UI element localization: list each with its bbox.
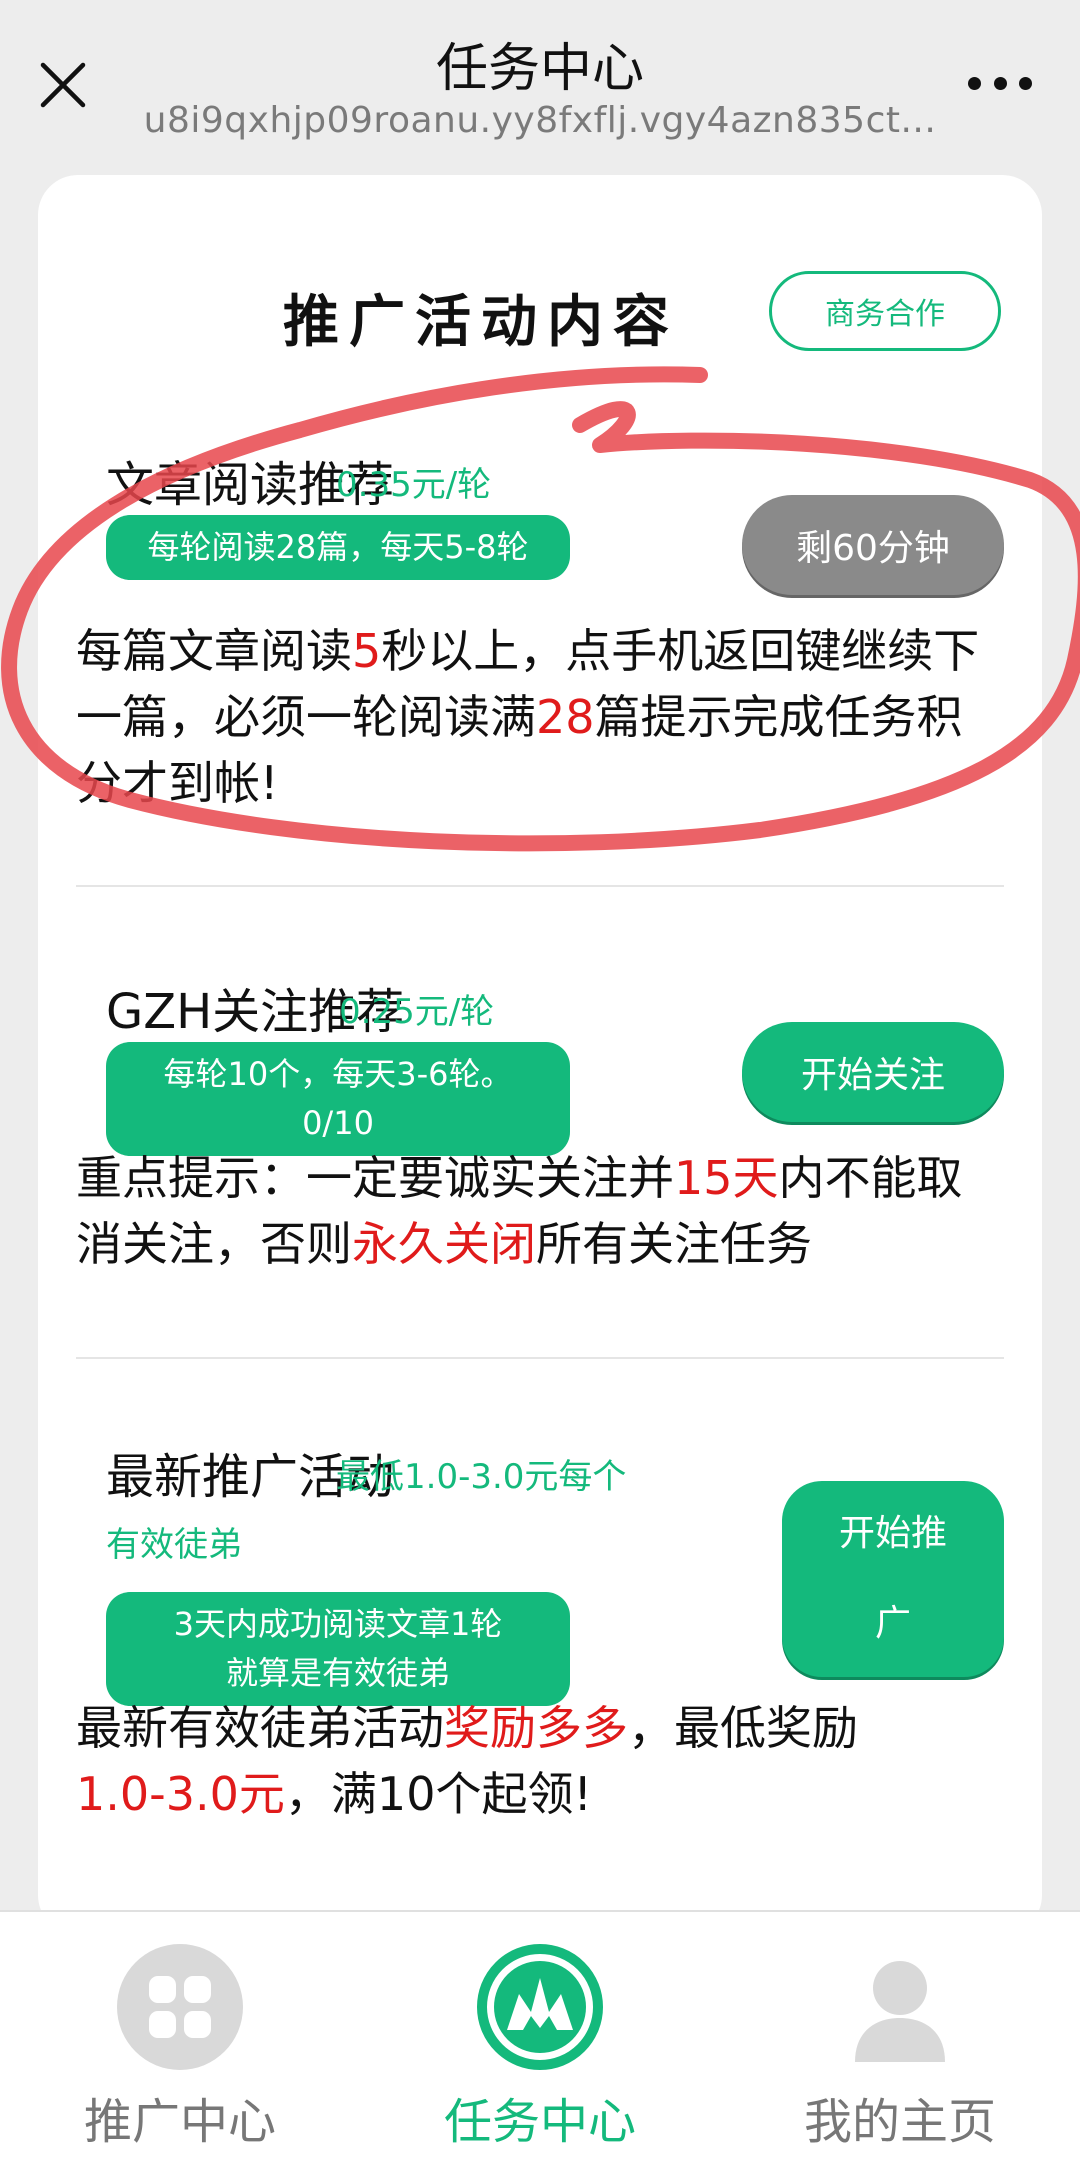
- nav-label: 任务中心: [443, 2094, 636, 2150]
- section-price: 0.35元/轮: [336, 465, 492, 505]
- section-gzh-follow: GZH关注推荐 0.25元/轮 每轮10个，每天3-6轮。 0/10 开始关注 …: [76, 972, 1004, 1372]
- chip-line: 3天内成功阅读文章1轮: [173, 1605, 503, 1643]
- desc-text: ，满10个起领!: [284, 1767, 592, 1821]
- section-description: 最新有效徒弟活动奖励多多，最低奖励 1.0-3.0元，满10个起领!: [76, 1695, 1004, 1827]
- user-icon: [855, 1961, 945, 2062]
- start-follow-button[interactable]: 开始关注: [742, 1022, 1004, 1122]
- section-divider: [76, 885, 1004, 887]
- card-title: 推广活动内容: [283, 290, 679, 355]
- nav-item-my-homepage[interactable]: 我的主页: [720, 1912, 1080, 2168]
- section-divider: [76, 1357, 1004, 1359]
- nav-label: 我的主页: [803, 2094, 996, 2150]
- grid-apps-icon: [117, 1944, 243, 2070]
- section-description: 每篇文章阅读5秒以上，点手机返回键继续下一篇，必须一轮阅读满28篇提示完成任务积…: [76, 618, 1004, 816]
- desc-text: ，最低奖励: [628, 1701, 858, 1755]
- section-chip: 3天内成功阅读文章1轮 就算是有效徒弟: [106, 1592, 570, 1706]
- nav-label: 推广中心: [83, 2094, 276, 2150]
- chip-progress: 0/10: [302, 1104, 374, 1142]
- card-header: 推广活动内容 商务合作: [38, 175, 1042, 355]
- chip-line: 就算是有效徒弟: [225, 1654, 450, 1692]
- section-chip: 每轮阅读28篇，每天5-8轮: [106, 515, 570, 580]
- desc-highlight: 永久关闭: [352, 1217, 536, 1271]
- business-cooperation-button[interactable]: 商务合作: [769, 271, 1001, 351]
- button-label: 开始推: [838, 1513, 947, 1554]
- button-label: 广: [874, 1603, 911, 1644]
- section-article-reading: 文章阅读推荐 0.35元/轮 每轮阅读28篇，每天5-8轮 剩60分钟 每篇文章…: [76, 445, 1004, 887]
- desc-highlight: 15天: [674, 1151, 779, 1205]
- more-options-icon[interactable]: [968, 74, 1032, 94]
- desc-text: 最新有效徒弟活动: [76, 1701, 444, 1755]
- promotion-card: 推广活动内容 商务合作 文章阅读推荐 0.35元/轮 每轮阅读28篇，每天5-8…: [38, 175, 1042, 1935]
- desc-highlight: 28: [536, 690, 595, 744]
- section-price-line2: 有效徒弟: [106, 1525, 242, 1565]
- start-promotion-button[interactable]: 开始推 广: [782, 1481, 1004, 1677]
- remaining-time-button[interactable]: 剩60分钟: [742, 495, 1004, 595]
- flame-icon: [477, 1944, 603, 2070]
- desc-highlight: 1.0-3.0元: [76, 1767, 285, 1821]
- desc-text: 所有关注任务: [536, 1217, 812, 1271]
- top-navigation-bar: 任务中心 u8i9qxhjp09roanu.yy8fxflj.vgy4azn83…: [0, 0, 1080, 165]
- desc-highlight: 奖励多多: [444, 1701, 628, 1755]
- section-latest-promotion: 最新推广活动 最低1.0-3.0元每个 有效徒弟 3天内成功阅读文章1轮 就算是…: [76, 1437, 1004, 1917]
- section-description: 重点提示：一定要诚实关注并15天内不能取消关注，否则永久关闭所有关注任务: [76, 1145, 1004, 1277]
- section-chip: 每轮10个，每天3-6轮。 0/10: [106, 1042, 570, 1156]
- page-url: u8i9qxhjp09roanu.yy8fxflj.vgy4azn835ct..…: [143, 100, 937, 141]
- nav-item-promotion-center[interactable]: 推广中心: [0, 1912, 360, 2168]
- desc-highlight: 5: [352, 624, 382, 678]
- bottom-navigation: 推广中心 任务中心 我的主页: [0, 1910, 1080, 2168]
- section-price: 最低1.0-3.0元每个: [336, 1457, 627, 1497]
- desc-text: 每篇文章阅读: [76, 624, 352, 678]
- chip-line: 每轮10个，每天3-6轮。: [163, 1055, 513, 1093]
- page-title: 任务中心: [435, 39, 644, 99]
- desc-text: 重点提示：一定要诚实关注并: [76, 1151, 674, 1205]
- section-price: 0.25元/轮: [339, 992, 495, 1032]
- nav-item-task-center[interactable]: 任务中心: [360, 1912, 720, 2168]
